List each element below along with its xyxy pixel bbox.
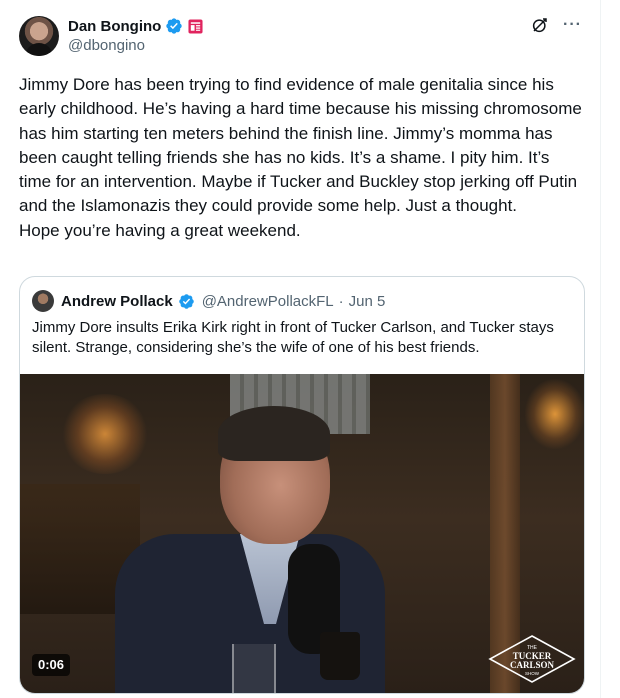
author-display-name[interactable]: Dan Bongino <box>68 18 161 35</box>
video-lamp-glow-right <box>525 379 584 449</box>
author-handle[interactable]: @dbongino <box>68 37 145 54</box>
quoted-author-avatar[interactable] <box>32 290 54 312</box>
logo-line-4: SHOW <box>525 671 540 676</box>
more-options-icon[interactable]: ··· <box>563 16 582 34</box>
video-lamp-glow <box>60 394 150 474</box>
quoted-video[interactable]: 0:06 THE TUCKER CARLSON SHOW <box>20 374 584 693</box>
tweet[interactable]: Dan Bongino @dbongino ··· Jimmy Dore has… <box>0 0 600 698</box>
tucker-carlson-show-logo: THE TUCKER CARLSON SHOW <box>488 635 576 683</box>
quoted-tweet[interactable]: Andrew Pollack @AndrewPollackFL · Jun 5 … <box>19 276 585 694</box>
video-glass <box>232 644 276 693</box>
grok-icon[interactable] <box>531 16 549 34</box>
quoted-author-row: Andrew Pollack @AndrewPollackFL · Jun 5 <box>32 290 385 312</box>
tweet-top-actions: ··· <box>531 16 582 34</box>
quoted-tweet-text: Jimmy Dore insults Erika Kirk right in f… <box>32 319 554 356</box>
logo-line-3: CARLSON <box>510 660 555 670</box>
timeline-divider <box>600 0 601 698</box>
quoted-date[interactable]: Jun 5 <box>349 293 386 310</box>
video-mug <box>320 632 360 680</box>
video-duration-badge: 0:06 <box>32 654 71 676</box>
quoted-author-display-name[interactable]: Andrew Pollack <box>61 293 173 310</box>
quoted-author-handle[interactable]: @AndrewPollackFL <box>202 293 334 310</box>
verified-badge-icon[interactable] <box>165 17 183 35</box>
quoted-verified-badge-icon <box>178 293 194 309</box>
quoted-separator: · <box>338 292 344 310</box>
tweet-text: Jimmy Dore has been trying to find evide… <box>19 75 582 240</box>
author-avatar[interactable] <box>19 16 59 56</box>
video-person-hair <box>218 406 330 461</box>
news-affiliation-icon[interactable] <box>188 18 203 34</box>
author-name-row: Dan Bongino <box>68 16 203 36</box>
